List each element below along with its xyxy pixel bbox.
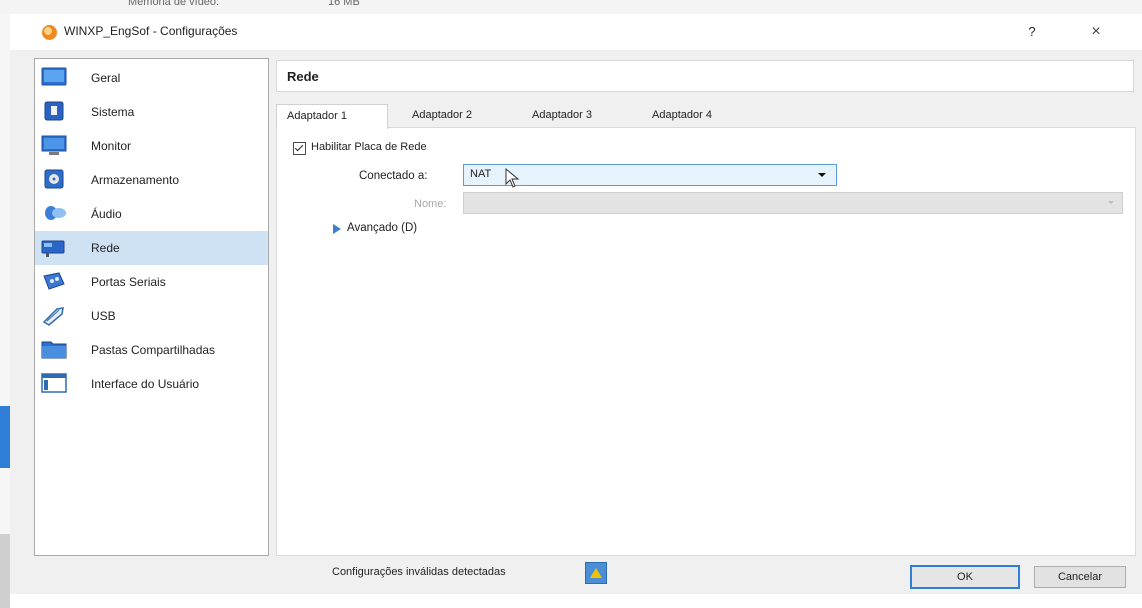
name-label: Nome: — [414, 198, 447, 210]
serial-ports-icon — [43, 272, 65, 290]
connected-to-value: NAT — [470, 168, 492, 180]
background-accent — [0, 406, 10, 468]
sidebar-item-pastas-compartilhadas[interactable]: Pastas Compartilhadas — [35, 333, 268, 367]
sidebar-item-label: Pastas Compartilhadas — [91, 343, 216, 357]
warning-icon[interactable] — [585, 562, 607, 584]
enable-adapter-checkbox[interactable] — [293, 142, 306, 155]
sidebar-item-usb[interactable]: USB — [35, 299, 268, 333]
ok-button[interactable]: OK — [910, 565, 1020, 589]
connected-to-label: Conectado a: — [359, 170, 428, 182]
usb-icon — [42, 307, 64, 326]
page-title: Rede — [287, 69, 319, 84]
cancel-button[interactable]: Cancelar — [1034, 566, 1126, 588]
sidebar-item-label: USB — [91, 309, 116, 323]
advanced-toggle[interactable]: Avançado (D) — [347, 222, 417, 234]
audio-icon — [45, 206, 66, 220]
adapter-panel: Habilitar Placa de Rede Conectado a: NAT… — [276, 127, 1136, 556]
shared-folders-icon — [41, 341, 67, 359]
expand-arrow-icon[interactable] — [333, 224, 341, 234]
chevron-down-icon — [818, 173, 826, 177]
close-button[interactable]: × — [1083, 20, 1109, 44]
tab-adaptador-3[interactable]: Adaptador 3 — [522, 104, 632, 128]
memory-label: Memória de vídeo: — [128, 0, 220, 8]
sidebar-item-label: Armazenamento — [91, 173, 180, 187]
sidebar-item-monitor[interactable]: Monitor — [35, 129, 268, 163]
section-header: Rede — [276, 60, 1134, 92]
sidebar-item-armazenamento[interactable]: Armazenamento — [35, 163, 268, 197]
settings-sidebar: Geral Sistema Monitor Armazenamento Áudi… — [34, 58, 269, 556]
window-title: WINXP_EngSof - Configurações — [64, 24, 238, 38]
sidebar-item-audio[interactable]: Áudio — [35, 197, 268, 231]
sidebar-item-label: Monitor — [91, 139, 132, 153]
sidebar-item-label: Portas Seriais — [91, 275, 166, 289]
system-icon — [44, 101, 64, 121]
tab-adaptador-2[interactable]: Adaptador 2 — [402, 104, 512, 128]
general-icon — [41, 67, 67, 86]
sidebar-item-portas-seriais[interactable]: Portas Seriais — [35, 265, 268, 299]
name-select[interactable] — [463, 192, 1123, 214]
invalid-settings-text: Configurações inválidas detectadas — [332, 566, 506, 578]
sidebar-item-label: Interface do Usuário — [91, 377, 200, 391]
sidebar-item-label: Sistema — [91, 105, 135, 119]
sidebar-item-interface-do-usuario[interactable]: Interface do Usuário — [35, 367, 268, 401]
chevron-down-icon — [1108, 201, 1114, 204]
background-window-strip: Memória de vídeo: 16 MB — [0, 0, 1142, 15]
sidebar-item-rede[interactable]: Rede — [35, 231, 268, 265]
sidebar-item-label: Áudio — [91, 207, 122, 221]
tab-adaptador-1[interactable]: Adaptador 1 — [276, 104, 388, 129]
network-icon — [41, 240, 65, 257]
sidebar-item-geral[interactable]: Geral — [35, 61, 268, 95]
tab-adaptador-4[interactable]: Adaptador 4 — [642, 104, 752, 128]
sidebar-item-label: Rede — [91, 241, 120, 255]
mouse-cursor-icon — [505, 168, 520, 188]
background-panel — [0, 534, 10, 608]
sidebar-item-label: Geral — [91, 71, 121, 85]
tab-label: Adaptador 3 — [532, 109, 592, 121]
memory-value: 16 MB — [328, 0, 360, 8]
tab-label: Adaptador 1 — [287, 110, 347, 122]
enable-adapter-label: Habilitar Placa de Rede — [311, 141, 427, 153]
storage-icon — [44, 169, 64, 189]
title-bar: WINXP_EngSof - Configurações ? × — [10, 14, 1142, 50]
monitor-icon — [41, 135, 67, 155]
sidebar-item-sistema[interactable]: Sistema — [35, 95, 268, 129]
tab-label: Adaptador 2 — [412, 109, 472, 121]
tab-label: Adaptador 4 — [652, 109, 712, 121]
user-interface-icon — [41, 373, 67, 393]
help-button[interactable]: ? — [1020, 20, 1044, 44]
virtualbox-icon — [42, 25, 57, 40]
settings-dialog: WINXP_EngSof - Configurações ? × Geral S… — [10, 14, 1142, 594]
